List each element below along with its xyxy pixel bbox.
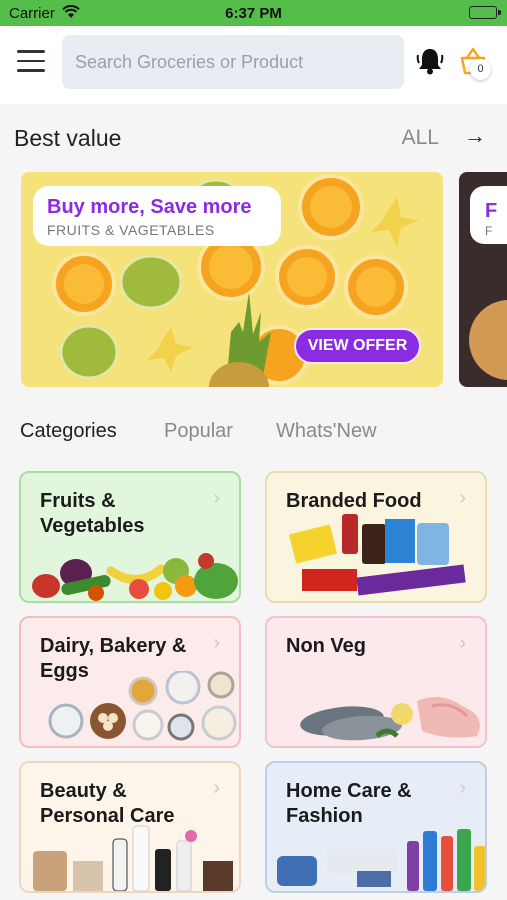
packaged-food-illustration bbox=[288, 514, 466, 596]
chevron-right-icon: › bbox=[459, 487, 466, 509]
category-label: Non Veg bbox=[286, 635, 367, 657]
clock: 6:37 PM bbox=[225, 5, 282, 22]
offer-headline: Buy more, Save more bbox=[47, 196, 252, 218]
offer-text-pill: F F bbox=[470, 186, 507, 244]
chevron-right-icon: › bbox=[213, 487, 220, 509]
category-card-branded-food[interactable]: Branded Food › bbox=[265, 471, 487, 603]
offer-subtitle: FRUITS & VAGETABLES bbox=[47, 222, 215, 238]
tab-whats-new[interactable]: Whats'New bbox=[276, 420, 377, 443]
category-card-fruits-vegetables[interactable]: Fruits & Vegetables › bbox=[19, 471, 241, 603]
home-products-illustration bbox=[277, 829, 485, 891]
view-offer-button[interactable]: VIEW OFFER bbox=[294, 328, 421, 364]
offer-banner-next[interactable]: F F bbox=[459, 172, 507, 387]
chevron-right-icon: › bbox=[213, 777, 220, 799]
category-tabs: Categories Popular Whats'New bbox=[20, 420, 490, 448]
chevron-right-icon: › bbox=[213, 632, 220, 654]
menu-icon[interactable] bbox=[17, 50, 45, 72]
beauty-products-illustration bbox=[33, 825, 233, 891]
view-all-link[interactable]: ALL bbox=[402, 126, 439, 150]
offer-subtitle: F bbox=[485, 224, 493, 238]
dairy-illustration bbox=[48, 671, 237, 741]
arrow-right-icon[interactable]: → bbox=[464, 123, 486, 149]
category-label: Fruits & Vegetables bbox=[40, 490, 145, 537]
category-card-home-care-fashion[interactable]: Home Care & Fashion › bbox=[265, 761, 487, 893]
bread-image bbox=[469, 300, 507, 380]
basket-icon[interactable]: 0 bbox=[458, 46, 491, 81]
bell-icon[interactable] bbox=[414, 45, 446, 82]
top-bar: 0 bbox=[0, 26, 507, 104]
category-card-non-veg[interactable]: Non Veg › bbox=[265, 616, 487, 748]
chevron-right-icon: › bbox=[459, 777, 466, 799]
tab-categories[interactable]: Categories bbox=[20, 420, 117, 443]
category-card-dairy-bakery-eggs[interactable]: Dairy, Bakery & Eggs › bbox=[19, 616, 241, 748]
offer-banner[interactable]: Buy more, Save more FRUITS & VAGETABLES … bbox=[21, 172, 443, 387]
best-value-title: Best value bbox=[14, 125, 122, 151]
battery-icon bbox=[469, 6, 501, 19]
produce-illustration bbox=[32, 553, 238, 601]
offer-text-pill: Buy more, Save more FRUITS & VAGETABLES bbox=[33, 186, 281, 246]
search-input[interactable] bbox=[62, 35, 404, 89]
best-value-header: Best value ALL → bbox=[14, 123, 494, 155]
fish-meat-illustration bbox=[300, 697, 480, 741]
chevron-right-icon: › bbox=[459, 632, 466, 654]
category-card-beauty-personal-care[interactable]: Beauty & Personal Care › bbox=[19, 761, 241, 893]
status-bar: Carrier 6:37 PM bbox=[0, 0, 507, 26]
offer-headline: F bbox=[485, 200, 498, 222]
cart-count-badge: 0 bbox=[470, 59, 491, 80]
tab-popular[interactable]: Popular bbox=[164, 420, 233, 443]
